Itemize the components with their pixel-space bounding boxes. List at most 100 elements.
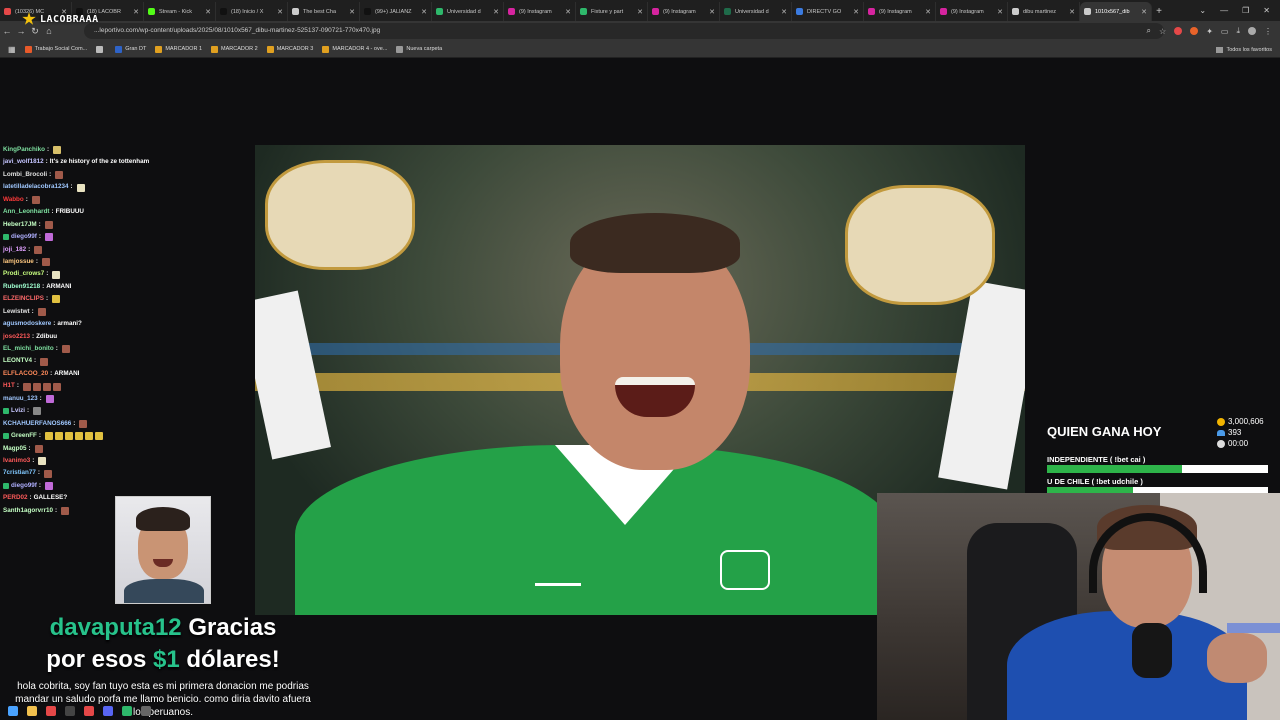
chat-username[interactable]: ELFLACOO_20 bbox=[3, 368, 48, 380]
chat-username[interactable]: H1T bbox=[3, 380, 15, 392]
chat-username[interactable]: EL_michi_bonito bbox=[3, 343, 54, 355]
extensions-icon[interactable]: ✦ bbox=[1206, 27, 1213, 36]
chat-username[interactable]: lamjossue bbox=[3, 256, 34, 268]
home-icon[interactable]: ⌂ bbox=[42, 26, 56, 36]
chat-username[interactable]: Ivanimo3 bbox=[3, 455, 30, 467]
bookmark-0[interactable]: Trabajo Social Com... bbox=[24, 45, 87, 53]
tab-close-icon[interactable]: ✕ bbox=[493, 8, 499, 16]
chat-username[interactable]: joso2213 bbox=[3, 331, 30, 343]
tab-close-icon[interactable]: ✕ bbox=[565, 8, 571, 16]
tab-2[interactable]: Stream - Kick ✕ bbox=[144, 2, 216, 21]
reload-icon[interactable]: ↻ bbox=[28, 26, 42, 37]
tab-15[interactable]: 1010x567_dib ✕ bbox=[1080, 2, 1152, 21]
url-field[interactable]: ...leportivo.com/wp-content/uploads/2025… bbox=[84, 23, 1164, 39]
zoom-icon[interactable]: ⌕ bbox=[1147, 26, 1151, 36]
tab-close-icon[interactable]: ✕ bbox=[133, 8, 139, 16]
profile-avatar[interactable] bbox=[1248, 27, 1256, 35]
tab-close-icon[interactable]: ✕ bbox=[205, 8, 211, 16]
chat-username[interactable]: ELZEINCLIPS bbox=[3, 293, 44, 305]
tab-10[interactable]: Universidad d ✕ bbox=[720, 2, 792, 21]
app-icon-2[interactable] bbox=[122, 706, 132, 716]
chat-username[interactable]: Santh1agorvrr10 bbox=[3, 505, 53, 517]
tab-6[interactable]: Universidad d ✕ bbox=[432, 2, 504, 21]
bookmark-6[interactable]: MARCADOR 4 - ove... bbox=[322, 45, 387, 53]
tab-12[interactable]: (9) Instagram ✕ bbox=[864, 2, 936, 21]
bookmark-star-icon[interactable]: ☆ bbox=[1159, 27, 1166, 36]
chat-username[interactable]: Heber17JM bbox=[3, 219, 37, 231]
chat-username[interactable]: Lvizi bbox=[11, 405, 25, 417]
app-icon[interactable] bbox=[103, 706, 113, 716]
chat-username[interactable]: LEONTV4 bbox=[3, 355, 32, 367]
windows-icon[interactable] bbox=[8, 706, 18, 716]
tab-close-icon[interactable]: ✕ bbox=[781, 8, 787, 16]
download-icon[interactable]: ⤓ bbox=[1236, 26, 1240, 36]
tab-3[interactable]: (18) Inicio / X ✕ bbox=[216, 2, 288, 21]
chat-username[interactable]: Prodi_crows7 bbox=[3, 268, 44, 280]
tab-close-icon[interactable]: ✕ bbox=[997, 8, 1003, 16]
tab-close-icon[interactable]: ✕ bbox=[421, 8, 427, 16]
chat-username[interactable]: Lewistwt bbox=[3, 306, 30, 318]
extension-icon[interactable] bbox=[1174, 27, 1183, 35]
menu-icon[interactable]: ⋮ bbox=[1264, 27, 1272, 36]
tab-close-icon[interactable]: ✕ bbox=[637, 8, 643, 16]
chat-username[interactable]: Lombi_Brocoli bbox=[3, 169, 47, 181]
chat-username[interactable]: joji_182 bbox=[3, 244, 26, 256]
tab-8[interactable]: Fixture y part ✕ bbox=[576, 2, 648, 21]
back-icon[interactable]: ← bbox=[0, 26, 14, 36]
chat-username[interactable]: Wabbo bbox=[3, 194, 24, 206]
new-tab-button[interactable]: + bbox=[1152, 2, 1166, 21]
apps-icon[interactable]: ▦ bbox=[8, 45, 16, 54]
tab-5[interactable]: (99+) JALIANZ ✕ bbox=[360, 2, 432, 21]
close-window-button[interactable]: ✕ bbox=[1263, 6, 1270, 15]
tab-search-icon[interactable]: ⌄ bbox=[1199, 6, 1206, 15]
bookmark-3[interactable]: MARCADOR 1 bbox=[155, 45, 202, 53]
guest-shirt bbox=[124, 579, 204, 603]
player-left-glove bbox=[265, 160, 415, 270]
tab-close-icon[interactable]: ✕ bbox=[1069, 8, 1075, 16]
chat-username[interactable]: Ann_Leonhardt bbox=[3, 206, 50, 218]
chat-username[interactable]: KCHAHUERFANOS666 bbox=[3, 418, 71, 430]
bookmark-list: Trabajo Social Com... Gran DT MARCADOR 1 MA… bbox=[24, 45, 442, 53]
chat-username[interactable]: GreenFF bbox=[11, 430, 37, 442]
folder-icon[interactable] bbox=[27, 706, 37, 716]
emote-icon bbox=[52, 270, 61, 279]
chat-username[interactable]: PERD02 bbox=[3, 492, 28, 504]
tab-11[interactable]: DIRECTV GO ✕ bbox=[792, 2, 864, 21]
tab-13[interactable]: (9) Instagram ✕ bbox=[936, 2, 1008, 21]
chat-username[interactable]: javi_wolf1812 bbox=[3, 156, 44, 168]
minimize-button[interactable]: — bbox=[1220, 6, 1228, 15]
tab-close-icon[interactable]: ✕ bbox=[349, 8, 355, 16]
chat-username[interactable]: Ruben91218 bbox=[3, 281, 40, 293]
chat-username[interactable]: diego99f bbox=[11, 480, 37, 492]
chrome-profile-icon[interactable] bbox=[84, 706, 94, 716]
chrome-icon[interactable] bbox=[46, 706, 56, 716]
reading-list-icon[interactable]: ▭ bbox=[1221, 27, 1229, 36]
tab-7[interactable]: (9) Instagram ✕ bbox=[504, 2, 576, 21]
all-bookmarks[interactable]: Todos los favoritos bbox=[1216, 41, 1272, 58]
extension-icon-2[interactable] bbox=[1190, 27, 1199, 35]
forward-icon[interactable]: → bbox=[14, 26, 28, 36]
chat-username[interactable]: 7cristian77 bbox=[3, 467, 36, 479]
tab-close-icon[interactable]: ✕ bbox=[853, 8, 859, 16]
bookmark-1[interactable] bbox=[96, 45, 106, 53]
chat-username[interactable]: diego99f bbox=[11, 231, 37, 243]
maximize-button[interactable]: ❐ bbox=[1242, 6, 1249, 15]
tab-close-icon[interactable]: ✕ bbox=[277, 8, 283, 16]
chat-username[interactable]: Magp05 bbox=[3, 443, 26, 455]
chat-username[interactable]: latetilladelacobra1234 bbox=[3, 181, 68, 193]
obs-icon[interactable] bbox=[65, 706, 75, 716]
bookmark-2[interactable]: Gran DT bbox=[115, 45, 146, 53]
bookmark-7[interactable]: Nueva carpeta bbox=[396, 45, 442, 53]
chat-username[interactable]: manuu_123 bbox=[3, 393, 38, 405]
chat-username[interactable]: agusmodoskere bbox=[3, 318, 51, 330]
tab-9[interactable]: (9) Instagram ✕ bbox=[648, 2, 720, 21]
tab-close-icon[interactable]: ✕ bbox=[1141, 8, 1147, 16]
tab-close-icon[interactable]: ✕ bbox=[925, 8, 931, 16]
tab-close-icon[interactable]: ✕ bbox=[709, 8, 715, 16]
bookmark-5[interactable]: MARCADOR 3 bbox=[266, 45, 313, 53]
tab-14[interactable]: dibu martinez ✕ bbox=[1008, 2, 1080, 21]
chat-username[interactable]: KingPanchiko bbox=[3, 144, 45, 156]
app-icon-3[interactable] bbox=[141, 706, 151, 716]
bookmark-4[interactable]: MARCADOR 2 bbox=[211, 45, 258, 53]
tab-4[interactable]: The best Cha ✕ bbox=[288, 2, 360, 21]
